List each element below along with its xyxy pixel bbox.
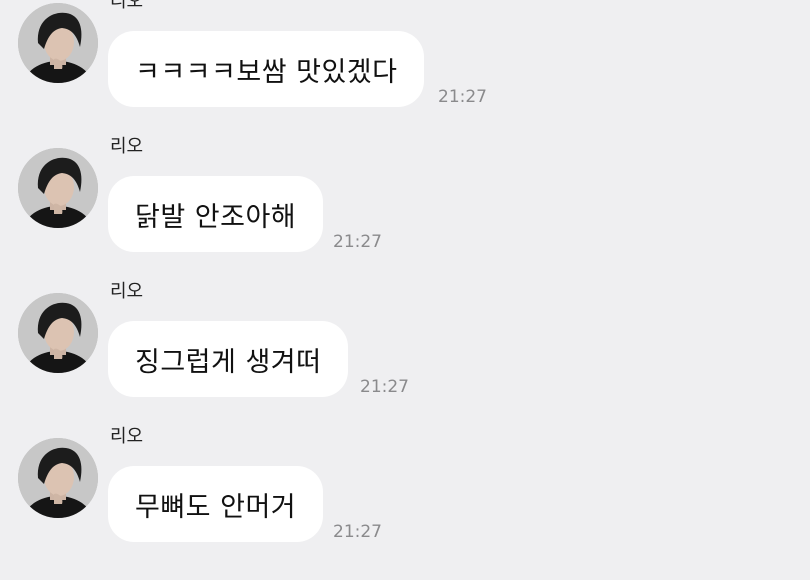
avatar-photo-icon (18, 293, 98, 373)
avatar-photo-icon (18, 148, 98, 228)
message-time: 21:27 (333, 232, 382, 252)
message-bubble[interactable]: ㅋㅋㅋㅋ보쌈 맛있겠다 (108, 31, 425, 107)
avatar[interactable] (18, 293, 98, 373)
avatar[interactable] (18, 3, 98, 83)
avatar[interactable] (18, 438, 98, 518)
message-row: 리오 ㅋㅋㅋㅋ보쌈 맛있겠다 21:27 (0, 0, 810, 145)
message-time: 21:27 (360, 377, 409, 397)
sender-name: 리오 (110, 0, 144, 12)
message-bubble[interactable]: 닭발 안조아해 (108, 176, 324, 252)
message-row: 리오 닭발 안조아해 21:27 (0, 136, 810, 290)
message-time: 21:27 (333, 522, 382, 542)
message-bubble[interactable]: 징그럽게 생겨떠 (108, 321, 349, 397)
sender-name: 리오 (110, 426, 144, 447)
avatar-photo-icon (18, 438, 98, 518)
message-time: 21:27 (438, 87, 487, 107)
message-row: 리오 무뼈도 안머거 21:27 (0, 426, 810, 580)
avatar-photo-icon (18, 3, 98, 83)
sender-name: 리오 (110, 281, 144, 302)
message-bubble[interactable]: 무뼈도 안머거 (108, 466, 324, 542)
message-row: 리오 징그럽게 생겨떠 21:27 (0, 281, 810, 435)
sender-name: 리오 (110, 136, 144, 157)
avatar[interactable] (18, 148, 98, 228)
